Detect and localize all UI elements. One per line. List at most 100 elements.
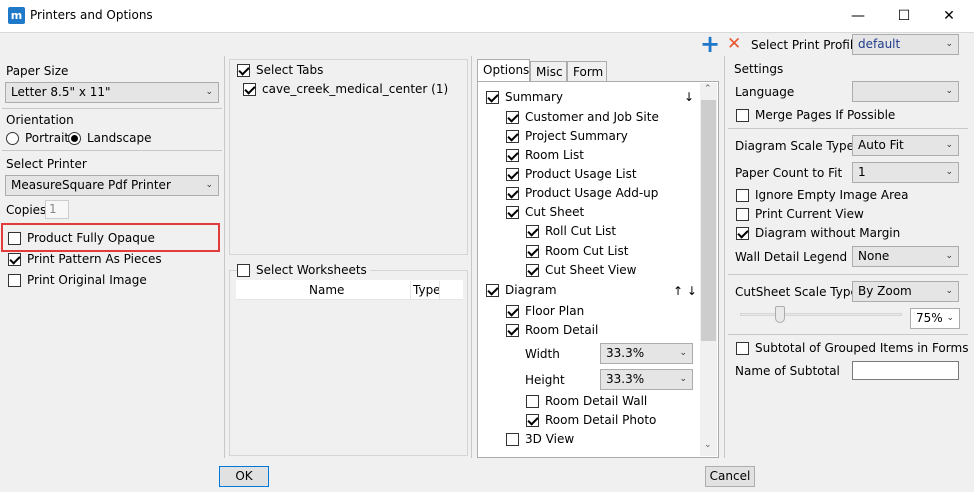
printer-select[interactable]: MeasureSquare Pdf Printer ⌄ (5, 175, 219, 196)
cutsheet-scale-select[interactable]: By Zoom ⌄ (852, 281, 959, 302)
usage-addup-checkbox[interactable]: Product Usage Add-up (506, 186, 658, 200)
print-profile-select[interactable]: default ⌄ (852, 34, 959, 55)
arrow-down-icon[interactable]: ↓ (684, 90, 694, 104)
subtotal-label: Subtotal of Grouped Items in Forms (755, 341, 969, 355)
subtotal-name-input[interactable] (852, 361, 959, 380)
project-checkbox[interactable]: Project Summary (506, 129, 628, 143)
height-label: Height (525, 373, 565, 387)
room-detail-checkbox[interactable]: Room Detail (506, 323, 598, 337)
column-type[interactable]: Type (413, 283, 441, 297)
checkbox-checked-icon (506, 205, 519, 219)
add-profile-icon[interactable]: + (700, 30, 720, 58)
room-cut-checkbox[interactable]: Room Cut List (526, 244, 628, 258)
no-margin-label: Diagram without Margin (755, 226, 901, 240)
tab-form[interactable]: Form (567, 61, 607, 82)
cut-sheet-checkbox[interactable]: Cut Sheet (506, 205, 584, 219)
checkbox-checked-icon (506, 186, 519, 200)
cut-view-checkbox[interactable]: Cut Sheet View (526, 263, 637, 277)
copies-input[interactable]: 1 (45, 200, 69, 219)
tab-item-checkbox[interactable]: cave_creek_medical_center (1) (243, 82, 448, 96)
customer-checkbox[interactable]: Customer and Job Site (506, 110, 659, 124)
zoom-slider-track[interactable] (740, 313, 902, 316)
floor-plan-checkbox[interactable]: Floor Plan (506, 304, 584, 318)
delete-profile-icon[interactable]: ✕ (727, 34, 741, 54)
ignore-empty-label: Ignore Empty Image Area (755, 188, 909, 202)
reorder-arrows-icon[interactable]: ↑ ↓ (673, 284, 697, 298)
print-current-checkbox[interactable]: Print Current View (736, 207, 864, 221)
scale-type-select[interactable]: Auto Fit ⌄ (852, 135, 959, 156)
select-tabs-checkbox[interactable]: Select Tabs (237, 63, 327, 77)
minimize-button[interactable]: — (843, 5, 873, 27)
summary-checkbox[interactable]: Summary (486, 90, 563, 104)
roll-cut-checkbox[interactable]: Roll Cut List (526, 224, 616, 238)
zoom-select[interactable]: 75% ⌄ (910, 308, 960, 329)
paper-count-select[interactable]: 1 ⌄ (852, 162, 959, 183)
tab-misc[interactable]: Misc (530, 61, 567, 82)
print-profile-label: Select Print Profile (751, 38, 861, 52)
usage-list-checkbox[interactable]: Product Usage List (506, 167, 637, 181)
language-select[interactable]: ⌄ (852, 81, 959, 102)
zoom-slider-thumb[interactable] (775, 306, 785, 323)
width-select[interactable]: 33.3% ⌄ (600, 343, 693, 364)
scroll-thumb[interactable] (701, 100, 716, 341)
diagram-checkbox[interactable]: Diagram (486, 283, 557, 297)
height-select[interactable]: 33.3% ⌄ (600, 369, 693, 390)
divider (2, 150, 222, 151)
no-margin-checkbox[interactable]: Diagram without Margin (736, 226, 900, 240)
column-name[interactable]: Name (309, 283, 344, 297)
merge-checkbox[interactable]: Merge Pages If Possible (736, 108, 895, 122)
copies-label: Copies (6, 203, 47, 217)
diagram-label: Diagram (505, 283, 557, 297)
room-cut-label: Room Cut List (545, 244, 629, 258)
column-divider (224, 56, 225, 458)
roll-cut-label: Roll Cut List (545, 224, 617, 238)
ok-button[interactable]: OK (219, 466, 269, 487)
radio-icon (6, 131, 19, 145)
checkbox-checked-icon (8, 252, 21, 266)
checkbox-checked-icon (526, 263, 539, 277)
usage-addup-label: Product Usage Add-up (525, 186, 659, 200)
column-divider[interactable] (410, 281, 411, 299)
pattern-checkbox[interactable]: Print Pattern As Pieces (8, 252, 162, 266)
column-divider (724, 56, 725, 458)
checkbox-icon (8, 273, 21, 287)
column-divider[interactable] (439, 281, 440, 299)
portrait-radio[interactable]: Portrait (6, 131, 69, 145)
landscape-radio[interactable]: Landscape (68, 131, 151, 145)
pattern-label: Print Pattern As Pieces (27, 252, 162, 266)
cancel-button[interactable]: Cancel (705, 466, 755, 487)
cut-sheet-label: Cut Sheet (525, 205, 585, 219)
landscape-label: Landscape (87, 131, 152, 145)
select-worksheets-checkbox[interactable]: Select Worksheets (237, 263, 370, 277)
checkbox-icon (736, 341, 749, 355)
checkbox-checked-icon (243, 82, 256, 96)
radio-selected-icon (68, 131, 81, 145)
tab-options[interactable]: Options (477, 59, 530, 82)
detail-wall-checkbox[interactable]: Room Detail Wall (526, 394, 647, 408)
room-detail-label: Room Detail (525, 323, 599, 337)
opaque-checkbox[interactable]: Product Fully Opaque (8, 231, 155, 245)
customer-label: Customer and Job Site (525, 110, 659, 124)
print-current-label: Print Current View (755, 207, 864, 221)
detail-photo-checkbox[interactable]: Room Detail Photo (526, 413, 656, 427)
portrait-label: Portrait (25, 131, 70, 145)
view3d-checkbox[interactable]: 3D View (506, 432, 574, 446)
scroll-down-icon[interactable]: ⌄ (704, 440, 712, 450)
subtotal-name-label: Name of Subtotal (735, 364, 840, 378)
original-label: Print Original Image (27, 273, 147, 287)
subtotal-checkbox[interactable]: Subtotal of Grouped Items in Forms (736, 341, 968, 355)
scroll-up-icon[interactable]: ⌃ (704, 84, 712, 94)
maximize-button[interactable]: ☐ (889, 5, 919, 27)
merge-label: Merge Pages If Possible (755, 108, 896, 122)
original-checkbox[interactable]: Print Original Image (8, 273, 147, 287)
opaque-label: Product Fully Opaque (27, 231, 155, 245)
paper-size-select[interactable]: Letter 8.5" x 11" ⌄ (5, 82, 219, 103)
checkbox-icon (8, 231, 21, 245)
chevron-down-icon: ⌄ (679, 374, 687, 384)
cut-view-label: Cut Sheet View (545, 263, 637, 277)
room-list-checkbox[interactable]: Room List (506, 148, 584, 162)
close-button[interactable]: ✕ (934, 5, 964, 27)
divider (728, 274, 968, 275)
ignore-empty-checkbox[interactable]: Ignore Empty Image Area (736, 188, 909, 202)
wall-legend-select[interactable]: None ⌄ (852, 246, 959, 267)
